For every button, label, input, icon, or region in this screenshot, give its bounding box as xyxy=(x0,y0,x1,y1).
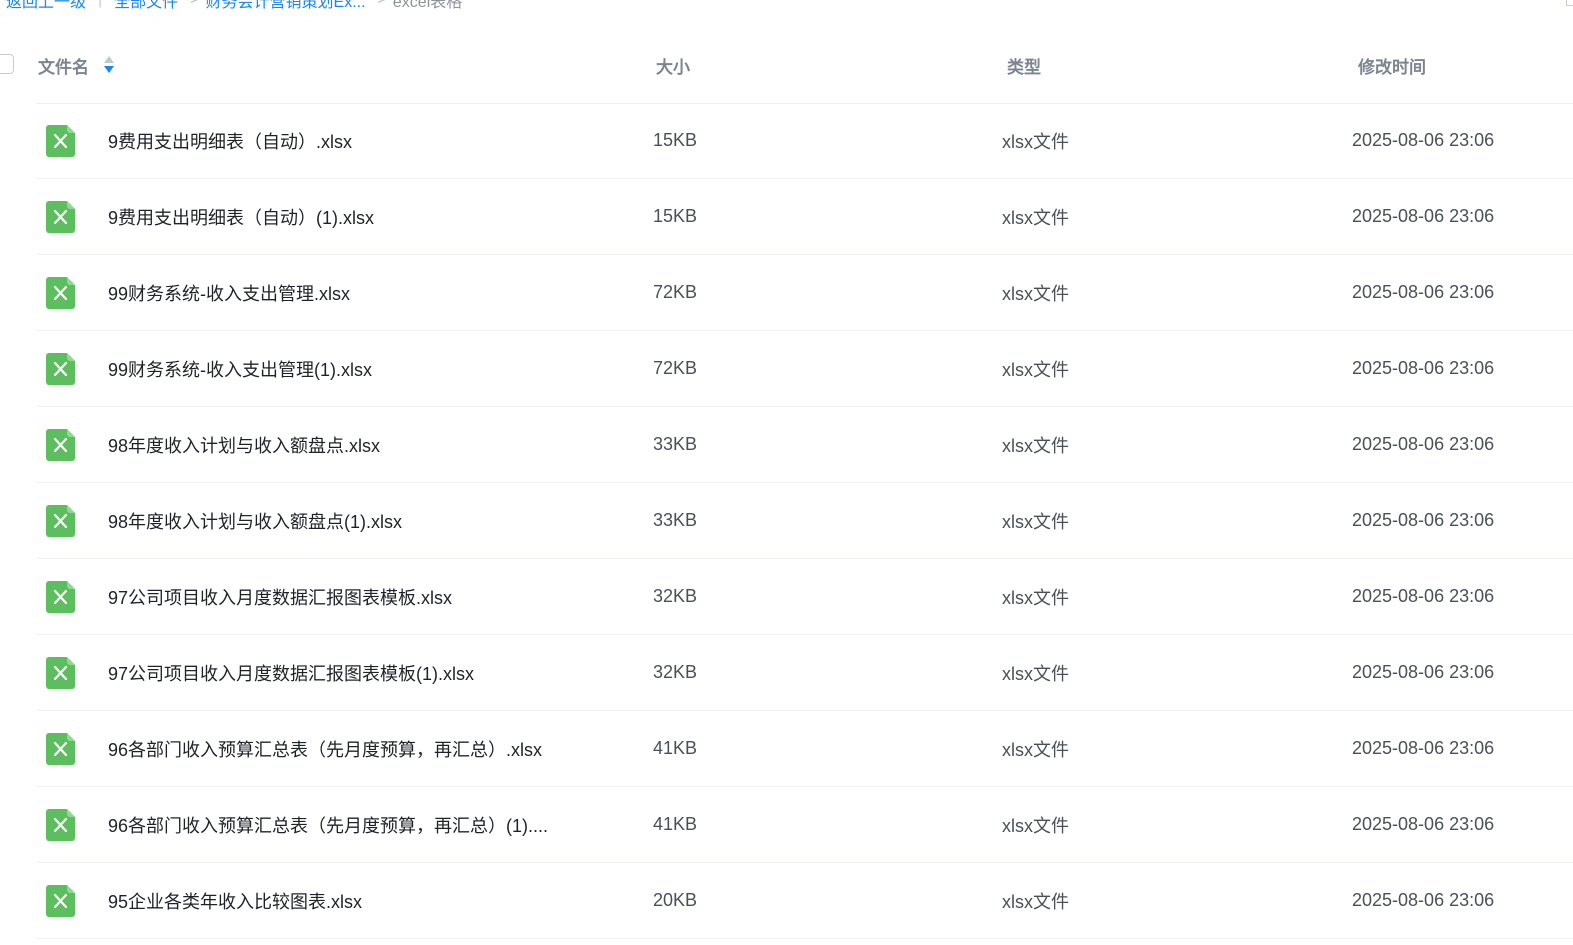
file-modified-time: 2025-08-06 23:06 xyxy=(1352,890,1495,910)
file-name[interactable]: 96各部门收入预算汇总表（先月度预算，再汇总）(1).... xyxy=(108,787,548,862)
table-row[interactable]: 99财务系统-收入支出管理(1).xlsx 72KB xlsx文件 2025-08-0… xyxy=(36,331,1573,407)
excel-file-icon xyxy=(46,255,75,330)
file-modified-time: 2025-08-06 23:06 xyxy=(1352,282,1495,302)
file-size: 72KB xyxy=(653,358,698,378)
sort-asc-icon xyxy=(104,56,114,63)
back-link[interactable]: 返回上一级 xyxy=(6,0,86,12)
file-type: xlsx文件 xyxy=(1002,131,1069,152)
excel-file-icon xyxy=(46,331,75,406)
file-modified-time: 2025-08-06 23:06 xyxy=(1352,206,1495,226)
file-size: 15KB xyxy=(653,206,698,226)
file-type: xlsx文件 xyxy=(1002,739,1069,760)
header-time: 修改时间 xyxy=(1358,57,1426,77)
table-row[interactable]: 97公司项目收入月度数据汇报图表模板(1).xlsx 32KB xlsx文件 2025… xyxy=(36,635,1573,711)
file-size: 33KB xyxy=(653,434,698,454)
file-name[interactable]: 9费用支出明细表（自动）(1).xlsx xyxy=(108,179,374,254)
excel-file-icon xyxy=(46,863,75,938)
file-modified-time: 2025-08-06 23:06 xyxy=(1352,662,1495,682)
file-size: 32KB xyxy=(653,662,698,682)
file-modified-time: 2025-08-06 23:06 xyxy=(1352,510,1495,530)
header-size: 大小 xyxy=(656,57,690,77)
file-size: 32KB xyxy=(653,586,698,606)
file-type: xlsx文件 xyxy=(1002,815,1069,836)
excel-file-icon xyxy=(46,103,75,178)
file-name[interactable]: 9费用支出明细表（自动）.xlsx xyxy=(108,103,352,178)
file-name[interactable]: 98年度收入计划与收入额盘点(1).xlsx xyxy=(108,483,402,558)
select-all-checkbox[interactable] xyxy=(0,54,14,74)
file-name[interactable]: 97公司项目收入月度数据汇报图表模板(1).xlsx xyxy=(108,635,474,710)
sort-icon[interactable] xyxy=(103,56,115,74)
file-type: xlsx文件 xyxy=(1002,283,1069,304)
table-row[interactable]: 97公司项目收入月度数据汇报图表模板.xlsx 32KB xlsx文件 2025-08… xyxy=(36,559,1573,635)
breadcrumb-root[interactable]: 全部文件 xyxy=(114,0,178,12)
file-modified-time: 2025-08-06 23:06 xyxy=(1352,738,1495,758)
table-row[interactable]: 98年度收入计划与收入额盘点.xlsx 33KB xlsx文件 2025-08-06 … xyxy=(36,407,1573,483)
file-type: xlsx文件 xyxy=(1002,663,1069,684)
file-modified-time: 2025-08-06 23:06 xyxy=(1352,814,1495,834)
file-size: 15KB xyxy=(653,130,698,150)
file-name[interactable]: 98年度收入计划与收入额盘点.xlsx xyxy=(108,407,380,482)
file-type: xlsx文件 xyxy=(1002,435,1069,456)
header-type: 类型 xyxy=(1007,57,1041,77)
file-size: 33KB xyxy=(653,510,698,530)
header-name-label: 文件名 xyxy=(38,57,89,77)
table-row[interactable]: 96各部门收入预算汇总表（先月度预算，再汇总）(1).... 41KB xlsx文件… xyxy=(36,787,1573,863)
file-name[interactable]: 99财务系统-收入支出管理.xlsx xyxy=(108,255,350,330)
header-name[interactable]: 文件名 xyxy=(38,40,115,90)
table-row[interactable]: 9费用支出明细表（自动）(1).xlsx 15KB xlsx文件 2025-08-06… xyxy=(36,179,1573,255)
file-type: xlsx文件 xyxy=(1002,587,1069,608)
excel-file-icon xyxy=(46,787,75,862)
breadcrumb-parent[interactable]: 财务会计营销策划Ex... xyxy=(206,0,366,12)
file-modified-time: 2025-08-06 23:06 xyxy=(1352,130,1495,150)
file-type: xlsx文件 xyxy=(1002,891,1069,912)
table-row[interactable]: 9费用支出明细表（自动）.xlsx 15KB xlsx文件 2025-08-06 23… xyxy=(36,103,1573,179)
breadcrumb-separator: > xyxy=(378,0,387,9)
file-type: xlsx文件 xyxy=(1002,207,1069,228)
file-modified-time: 2025-08-06 23:06 xyxy=(1352,586,1495,606)
breadcrumb: 返回上一级 | 全部文件 > 财务会计营销策划Ex... > excel表格 xyxy=(6,0,462,11)
excel-file-icon xyxy=(46,635,75,710)
file-name[interactable]: 96各部门收入预算汇总表（先月度预算，再汇总）.xlsx xyxy=(108,711,542,786)
file-modified-time: 2025-08-06 23:06 xyxy=(1352,434,1495,454)
file-type: xlsx文件 xyxy=(1002,359,1069,380)
file-size: 41KB xyxy=(653,814,698,834)
table-row[interactable]: 98年度收入计划与收入额盘点(1).xlsx 33KB xlsx文件 2025-08-… xyxy=(36,483,1573,559)
breadcrumb-separator: > xyxy=(190,0,199,9)
file-size: 41KB xyxy=(653,738,698,758)
file-name[interactable]: 97公司项目收入月度数据汇报图表模板.xlsx xyxy=(108,559,452,634)
file-modified-time: 2025-08-06 23:06 xyxy=(1352,358,1495,378)
breadcrumb-current: excel表格 xyxy=(392,0,463,11)
file-name[interactable]: 99财务系统-收入支出管理(1).xlsx xyxy=(108,331,372,406)
table-header: 文件名 大小 类型 修改时间 xyxy=(36,40,1573,104)
table-row[interactable]: 99财务系统-收入支出管理.xlsx 72KB xlsx文件 2025-08-06 2… xyxy=(36,255,1573,331)
view-toggle-icon[interactable] xyxy=(1566,0,1573,6)
excel-file-icon xyxy=(46,407,75,482)
table-row[interactable]: 95企业各类年收入比较图表.xlsx 20KB xlsx文件 2025-08-06 2… xyxy=(36,863,1573,939)
file-size: 72KB xyxy=(653,282,698,302)
file-name[interactable]: 95企业各类年收入比较图表.xlsx xyxy=(108,863,362,938)
file-list: 9费用支出明细表（自动）.xlsx 15KB xlsx文件 2025-08-06 23… xyxy=(36,103,1573,939)
excel-file-icon xyxy=(46,559,75,634)
sort-desc-icon xyxy=(104,66,114,73)
excel-file-icon xyxy=(46,711,75,786)
file-size: 20KB xyxy=(653,890,698,910)
excel-file-icon xyxy=(46,483,75,558)
excel-file-icon xyxy=(46,179,75,254)
table-row[interactable]: 96各部门收入预算汇总表（先月度预算，再汇总）.xlsx 41KB xlsx文件 20… xyxy=(36,711,1573,787)
file-type: xlsx文件 xyxy=(1002,511,1069,532)
breadcrumb-divider: | xyxy=(98,0,102,9)
